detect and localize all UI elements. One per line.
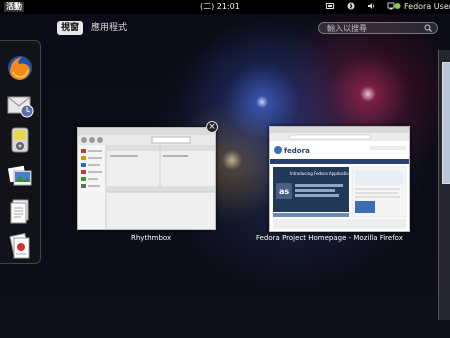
clock[interactable]: (二) 21:01: [200, 2, 240, 12]
status-icons: [326, 2, 395, 13]
browser-brand: fedora: [284, 147, 310, 155]
user-menu[interactable]: Fedora User: [394, 2, 450, 13]
dash: [0, 40, 41, 264]
user-status-icon: [394, 2, 401, 13]
user-name: Fedora User: [404, 2, 450, 11]
window-caption-rhythmbox: Rhythmbox: [131, 234, 172, 242]
tab-applications[interactable]: 應用程式: [87, 21, 131, 35]
bluetooth-icon[interactable]: [347, 2, 355, 13]
rhythmbox-window-content: [78, 128, 215, 229]
photos-icon[interactable]: [5, 161, 35, 191]
firefox-window-content: fedora Introducing Fedora Application Se…: [270, 127, 409, 229]
volume-icon[interactable]: [367, 2, 375, 13]
network-icon[interactable]: [326, 2, 335, 13]
close-window-button[interactable]: ×: [206, 121, 218, 133]
close-icon: ×: [208, 122, 216, 132]
documents-icon[interactable]: [5, 197, 35, 227]
search-input[interactable]: 輸入以搜尋: [318, 22, 438, 34]
mail-icon[interactable]: [5, 89, 35, 119]
window-firefox[interactable]: fedora Introducing Fedora Application Se…: [269, 126, 410, 232]
window-caption-firefox: Fedora Project Homepage - Mozilla Firefo…: [256, 234, 403, 242]
desktop-background: 活動 (二) 21:01 Fedora User 視窗 應用程式 輸入以搜尋 ×…: [0, 0, 450, 338]
workspace-thumbnail[interactable]: [442, 62, 450, 184]
tab-windows[interactable]: 視窗: [57, 21, 84, 35]
banner-logo: as: [279, 187, 289, 196]
search-icon: [424, 23, 432, 37]
activities-button[interactable]: 活動: [4, 2, 24, 12]
top-bar: 活動 (二) 21:01 Fedora User: [0, 0, 450, 14]
view-tabs: 視窗 應用程式: [57, 21, 131, 35]
audio-player-icon[interactable]: [5, 125, 35, 155]
office-icon[interactable]: [5, 231, 35, 261]
workspace-switcher[interactable]: [438, 50, 450, 320]
search-placeholder: 輸入以搜尋: [327, 24, 367, 33]
firefox-icon[interactable]: [5, 53, 35, 83]
window-rhythmbox[interactable]: [77, 127, 216, 230]
